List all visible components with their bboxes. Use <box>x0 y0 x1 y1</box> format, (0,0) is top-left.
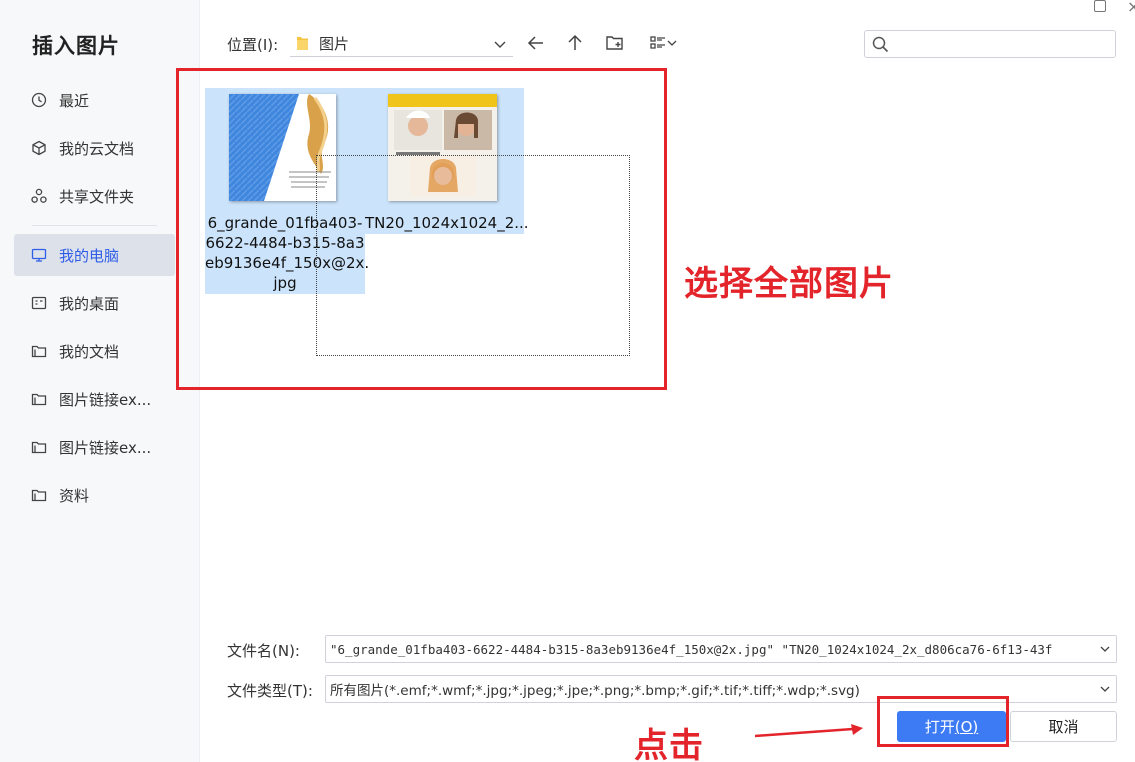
filename-field[interactable]: "6_grande_01fba403-6622-4484-b315-8a3eb9… <box>325 635 1117 663</box>
computer-icon <box>31 247 47 263</box>
sidebar-item-desktop[interactable]: 我的桌面 <box>14 282 175 324</box>
sidebar-divider <box>32 225 157 226</box>
back-button[interactable] <box>524 31 548 55</box>
insert-image-dialog: 插入图片 最近 我的云文档 共享文件夹 我的电脑 我的桌面 我的文档 图片链接e… <box>0 0 1135 762</box>
annotation-open-highlight <box>877 696 1009 747</box>
filename-label: 文件名(N): <box>227 642 300 660</box>
sidebar-item-label: 图片链接ex... <box>59 390 152 409</box>
sidebar-item-shared-folder[interactable]: 共享文件夹 <box>14 175 175 217</box>
close-button[interactable]: × <box>1127 0 1135 16</box>
location-value: 图片 <box>319 34 350 53</box>
cloud-doc-icon <box>31 140 47 156</box>
folder-icon <box>31 343 47 359</box>
desktop-icon <box>31 295 47 311</box>
chevron-down-icon <box>667 40 677 46</box>
filetype-label: 文件类型(T): <box>227 682 313 700</box>
dialog-title: 插入图片 <box>32 34 120 58</box>
cancel-button[interactable]: 取消 <box>1010 711 1117 742</box>
annotation-select-box <box>176 68 667 390</box>
sidebar-item-materials[interactable]: 资料 <box>14 474 175 516</box>
sidebar-item-recent[interactable]: 最近 <box>14 79 175 121</box>
annotation-click-text: 点击 <box>634 726 704 762</box>
filename-value: "6_grande_01fba403-6622-4484-b315-8a3eb9… <box>330 641 1053 657</box>
sidebar-item-label: 我的云文档 <box>59 139 135 158</box>
search-input[interactable] <box>864 30 1116 58</box>
location-dropdown[interactable]: 图片 <box>290 30 513 57</box>
arrow-up-icon <box>568 34 582 50</box>
clock-icon <box>31 92 47 108</box>
list-view-icon <box>650 36 665 49</box>
share-folder-icon <box>31 188 47 204</box>
sidebar-item-label: 共享文件夹 <box>59 187 135 206</box>
new-folder-button[interactable] <box>603 31 627 55</box>
folder-icon <box>31 439 47 455</box>
sidebar-item-label: 最近 <box>59 91 90 110</box>
sidebar-item-label: 我的文档 <box>59 342 120 361</box>
sidebar-item-label: 图片链接ex... <box>59 438 152 457</box>
annotation-arrow-icon <box>755 724 863 738</box>
sidebar-item-label: 资料 <box>59 486 90 505</box>
location-label: 位置(I): <box>227 36 279 54</box>
sidebar-item-image-links-2[interactable]: 图片链接ex... <box>14 426 175 468</box>
sidebar: 插入图片 最近 我的云文档 共享文件夹 我的电脑 我的桌面 我的文档 图片链接e… <box>0 0 200 762</box>
maximize-button[interactable] <box>1094 0 1106 12</box>
filetype-value: 所有图片(*.emf;*.wmf;*.jpg;*.jpeg;*.jpe;*.pn… <box>330 683 860 699</box>
chevron-down-icon <box>1094 676 1116 702</box>
sidebar-item-label: 我的电脑 <box>59 246 120 265</box>
sidebar-item-cloud-docs[interactable]: 我的云文档 <box>14 127 175 169</box>
search-icon <box>872 36 889 53</box>
chevron-down-icon[interactable] <box>1094 636 1116 662</box>
new-folder-icon <box>606 36 623 50</box>
chevron-down-icon <box>494 41 506 48</box>
sidebar-item-my-documents[interactable]: 我的文档 <box>14 330 175 372</box>
folder-icon <box>31 487 47 503</box>
folder-icon <box>31 391 47 407</box>
annotation-select-all-text: 选择全部图片 <box>684 264 894 304</box>
sidebar-item-image-links-1[interactable]: 图片链接ex... <box>14 378 175 420</box>
folder-icon <box>297 36 308 50</box>
arrow-left-icon <box>527 36 543 50</box>
view-mode-button[interactable] <box>645 31 681 55</box>
sidebar-item-label: 我的桌面 <box>59 294 120 313</box>
up-button[interactable] <box>563 31 587 55</box>
sidebar-item-my-computer[interactable]: 我的电脑 <box>14 234 175 276</box>
